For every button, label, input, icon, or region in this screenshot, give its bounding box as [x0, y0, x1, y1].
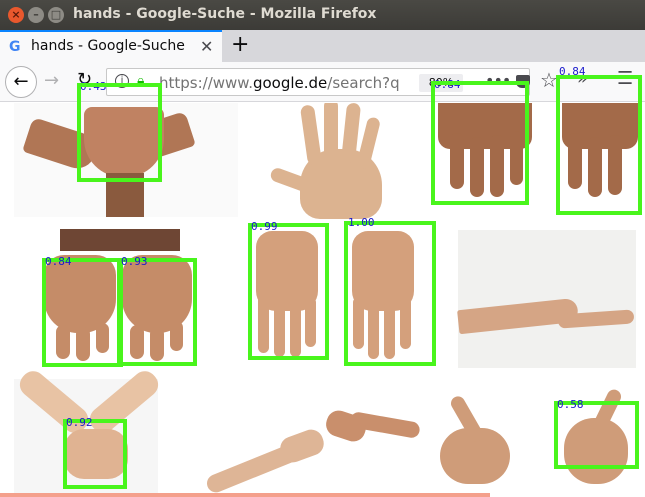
- detection-score: 0.84: [45, 255, 72, 268]
- url-suffix: /search?q: [327, 74, 400, 92]
- detection-score: 1.00: [348, 216, 375, 229]
- new-tab-icon[interactable]: +: [231, 32, 249, 58]
- tab-google-search[interactable]: G hands - Google-Suche ✕: [0, 30, 222, 62]
- detection-box-top-edge: [556, 75, 642, 215]
- detection-box: [42, 258, 123, 367]
- url-text[interactable]: https://www.google.de/search?q: [159, 74, 400, 92]
- forward-icon[interactable]: →: [44, 70, 59, 91]
- tab-strip: G hands - Google-Suche ✕ +: [0, 30, 645, 62]
- detection-box: [554, 401, 639, 469]
- window-title: hands - Google-Suche - Mozilla Firefox: [73, 6, 377, 22]
- detection-box: [344, 221, 436, 366]
- back-icon[interactable]: ←: [5, 66, 37, 98]
- window-titlebar: × – □ hands - Google-Suche - Mozilla Fir…: [0, 0, 645, 30]
- detection-box-top-edge: [77, 83, 162, 182]
- detection-score: 0.99: [251, 220, 278, 233]
- detection-score: 0.93: [121, 255, 148, 268]
- minimize-icon[interactable]: –: [28, 7, 44, 23]
- maximize-icon[interactable]: □: [48, 7, 64, 23]
- image-result[interactable]: [457, 230, 636, 368]
- detection-score: 0.58: [557, 398, 584, 411]
- detection-box-top-edge: [431, 81, 529, 205]
- page-load-progress: [0, 493, 490, 497]
- url-prefix: https://www.: [159, 74, 253, 92]
- detection-box: [63, 419, 127, 489]
- url-domain: google.de: [252, 74, 328, 92]
- image-result[interactable]: [200, 393, 422, 496]
- google-favicon-icon: G: [9, 39, 21, 55]
- image-result[interactable]: [240, 103, 426, 219]
- tab-close-icon[interactable]: ✕: [200, 37, 213, 56]
- tab-label: hands - Google-Suche: [31, 38, 185, 54]
- close-icon[interactable]: ×: [8, 7, 24, 23]
- detection-box: [117, 258, 197, 366]
- detection-box: [248, 223, 329, 360]
- detection-score: 0.92: [66, 416, 93, 429]
